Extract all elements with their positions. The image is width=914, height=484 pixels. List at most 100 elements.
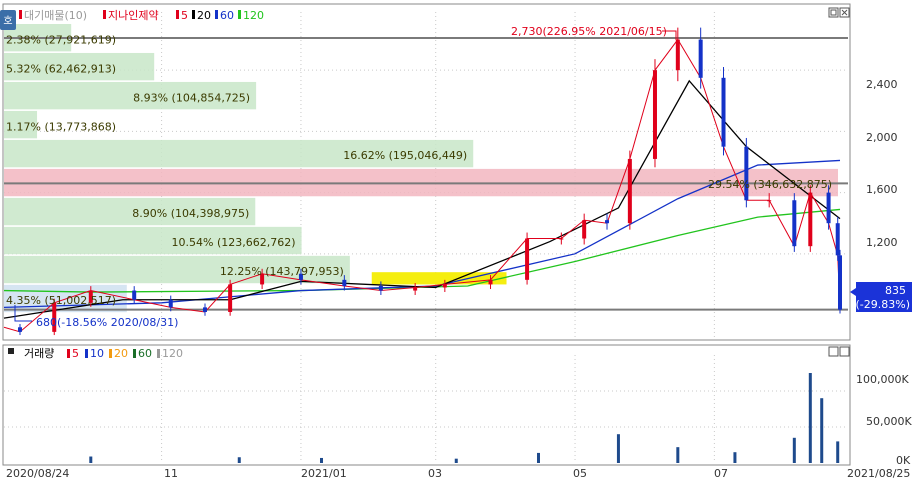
legend-volume-profile: 대기매물(10) [24,9,87,22]
candle-body [808,192,813,247]
current-price: 835 [885,284,906,297]
profile-label: 16.62% (195,046,449) [343,149,467,162]
chart-canvas: 2.38% (27,921,619) 5.32% (62,462,913) 8.93… [0,3,912,480]
profile-label: 5.32% (62,462,913) [6,62,116,75]
volume-panel [2,344,851,466]
candle-body [605,220,610,224]
x-label-jan: 2021/01 [301,467,347,480]
profile-label: 8.93% (104,854,725) [133,91,250,104]
candle-body [744,146,749,201]
legend-marker-icon [19,10,22,19]
volume-tick-50000k: 50,000K [866,415,912,428]
legend-ma120-swatch [238,10,241,19]
price-tick-2000: 2,000 [866,131,898,144]
volume-bar [820,398,824,463]
vol-ma20-swatch [109,349,112,358]
x-label-jul: 07 [714,467,728,480]
candle-body [627,158,632,224]
vol-legend-ma120: 120 [162,347,183,360]
volume-tick-100000k: 100,000K [856,373,909,386]
candle-body [835,223,840,256]
profile-label: 1.17% (13,773,868) [6,120,116,133]
vol-ma60-swatch [133,349,136,358]
current-change: (-29.83%) [856,298,911,311]
profile-label: 2.38% (27,921,619) [6,33,116,46]
profile-label: 4.35% (51,002,517) [6,294,116,307]
vol-legend-ma10: 10 [90,347,104,360]
volume-bar [319,457,323,463]
current-price-tag: 835 (-29.83%) [850,282,912,312]
legend-ma5-swatch [176,10,179,19]
candle-body [582,220,587,239]
candle-body [488,279,493,285]
candle-body [228,284,233,312]
volume-bar [237,457,241,463]
candle-body [652,70,657,159]
candle-body [826,192,831,224]
volume-bar [676,447,680,463]
volume-bar [536,452,540,463]
volume-tick-0k: 0K [896,454,911,467]
high-annotation: 2,730(226.95% 2021/06/15) [511,25,677,40]
volume-panel-close-button[interactable] [839,346,850,357]
candle-body [675,39,680,71]
side-tab-label: 호 [3,15,12,27]
profile-label: 29.54% (346,632,875) [708,178,832,191]
stock-chart-window: 2.38% (27,921,619) 5.32% (62,462,913) 8.93… [0,0,914,480]
price-panel-maximize-button[interactable] [828,7,839,18]
high-annotation-text: 2,730(226.95% 2021/06/15) [511,25,667,38]
vol-ma10-swatch [85,349,88,358]
candle-body [378,285,383,291]
volume-bar [836,441,840,463]
candle-body [442,284,447,288]
candle-body [525,238,530,280]
candle-body [698,39,703,78]
x-label-may: 05 [573,467,587,480]
volume-legend-icon [8,348,14,354]
candle-body [413,287,418,291]
price-legend: 대기매물(10) 지나인제약 5 20 60 120 [19,8,264,22]
legend-ma60-swatch [215,10,218,19]
candle-body [838,255,842,310]
profile-label: 12.25% (143,797,953) [220,265,344,278]
vol-ma5-swatch [67,349,70,358]
candle-body [559,238,564,240]
low-annotation-text: 680(-18.56% 2020/08/31) [36,316,178,329]
profile-label: 10.54% (123,662,762) [172,236,296,249]
volume-panel-maximize-button[interactable] [828,346,839,357]
volume-bar [454,458,458,463]
legend-ma20-swatch [192,10,195,19]
legend-stock-marker-icon [103,10,106,19]
legend-stock-name: 지나인제약 [108,8,159,22]
candle-body [792,200,797,247]
x-label-nov: 11 [164,467,178,480]
x-label-end: 2021/08/25 [847,467,910,480]
candle-body [17,327,22,332]
legend-ma120: 120 [243,9,264,22]
candle-body [168,299,173,308]
volume-bar [792,437,796,463]
candle-body [342,279,347,286]
vol-legend-ma60: 60 [138,347,152,360]
legend-ma20: 20 [197,9,211,22]
price-y-axis: 2,400 2,000 1,600 1,200 [866,78,898,249]
volume-legend-label: 거래량 [24,347,54,360]
x-label-mar: 03 [428,467,442,480]
x-axis: 2020/08/24 11 2021/01 03 05 07 2021/08/2… [6,467,910,480]
volume-bar [808,373,812,463]
price-tick-1200: 1,200 [866,236,898,249]
vol-legend-ma5: 5 [72,347,79,360]
volume-bar [616,434,620,463]
candle-body [203,307,208,312]
price-pointer-icon [850,288,856,296]
volume-bar [733,452,737,463]
candle-body [767,200,772,202]
vol-ma120-swatch [157,349,160,358]
price-tick-2400: 2,400 [866,78,898,91]
candle-body [132,290,137,300]
x-label-start: 2020/08/24 [6,467,69,480]
legend-ma5: 5 [181,9,188,22]
price-tick-1600: 1,600 [866,183,898,196]
profile-label: 8.90% (104,398,975) [132,207,249,220]
volume-bar [89,456,93,463]
